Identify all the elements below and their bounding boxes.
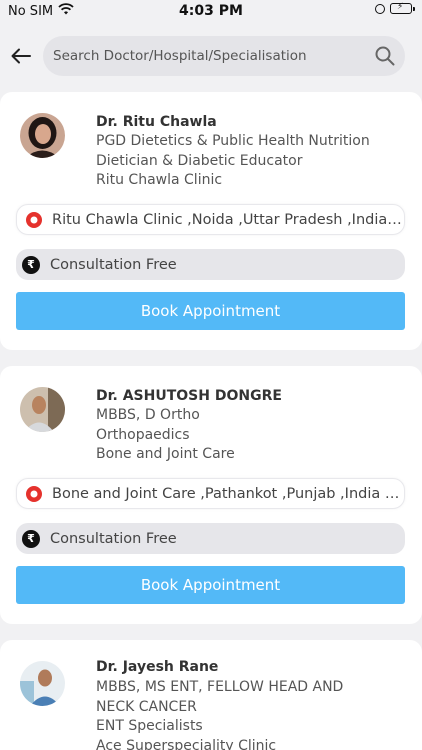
search-header — [0, 28, 422, 84]
status-right: ⚡ — [375, 2, 415, 14]
doctor-name: Dr. Ritu Chawla — [96, 114, 217, 130]
doctor-card[interactable]: Dr. ASHUTOSH DONGRE MBBS, D Ortho Orthop… — [0, 366, 422, 624]
fee-text: Consultation Free — [50, 256, 177, 273]
doctor-details: PGD Dietetics & Public Health Nutrition … — [96, 132, 396, 191]
doctor-qualification: PGD Dietetics & Public Health Nutrition — [96, 133, 370, 149]
address-text: Ritu Chawla Clinic ,Noida ,Uttar Pradesh… — [52, 211, 402, 228]
rupee-icon: ₹ — [22, 255, 40, 274]
book-appointment-button[interactable]: Book Appointment — [16, 566, 405, 604]
fee-text: Consultation Free — [50, 530, 177, 547]
doctor-qualification: MBBS, D Ortho — [96, 407, 200, 423]
doctor-speciality: ENT Specialists — [96, 718, 203, 734]
rupee-icon: ₹ — [22, 529, 40, 548]
doctor-card[interactable]: Dr. Jayesh Rane MBBS, MS ENT, FELLOW HEA… — [0, 640, 422, 750]
fee-pill: ₹ Consultation Free — [16, 249, 405, 280]
doctor-speciality: Dietician & Diabetic Educator — [96, 152, 303, 169]
location-pin-icon — [24, 484, 44, 504]
battery-icon: ⚡ — [390, 2, 415, 14]
doctor-name: Dr. ASHUTOSH DONGRE — [96, 388, 282, 404]
doctor-qualification: MBBS, MS ENT, FELLOW HEAD AND NECK CANCE… — [96, 679, 344, 715]
address-pill[interactable]: Ritu Chawla Clinic ,Noida ,Uttar Pradesh… — [16, 204, 405, 235]
back-button[interactable] — [8, 42, 34, 70]
doctor-card[interactable]: Dr. Ritu Chawla PGD Dietetics & Public H… — [0, 92, 422, 350]
search-input[interactable] — [53, 48, 363, 64]
address-pill[interactable]: Bone and Joint Care ,Pathankot ,Punjab ,… — [16, 478, 405, 509]
book-appointment-button[interactable]: Book Appointment — [16, 292, 405, 330]
doctor-name: Dr. Jayesh Rane — [96, 659, 219, 675]
doctor-avatar — [20, 387, 65, 432]
search-icon[interactable] — [375, 46, 395, 66]
doctor-avatar — [20, 113, 65, 158]
doctor-details: MBBS, D Ortho Orthopaedics Bone and Join… — [96, 406, 396, 465]
doctor-speciality: Orthopaedics — [96, 426, 190, 443]
status-bar: No SIM 4:03 PM ⚡ — [0, 0, 422, 24]
doctor-clinic: Ace Superspeciality Clinic — [96, 737, 277, 750]
doctor-clinic: Ritu Chawla Clinic — [96, 172, 223, 188]
address-text: Bone and Joint Care ,Pathankot ,Punjab ,… — [52, 485, 402, 502]
clock: 4:03 PM — [179, 3, 243, 19]
doctor-clinic: Bone and Joint Care — [96, 446, 235, 462]
doctor-avatar — [20, 661, 65, 706]
fee-pill: ₹ Consultation Free — [16, 523, 405, 554]
location-pin-icon — [24, 210, 44, 230]
search-bar[interactable] — [43, 36, 405, 76]
orientation-lock-icon — [375, 3, 385, 14]
doctor-details: MBBS, MS ENT, FELLOW HEAD AND NECK CANCE… — [96, 678, 386, 750]
arrow-left-icon — [11, 48, 31, 64]
